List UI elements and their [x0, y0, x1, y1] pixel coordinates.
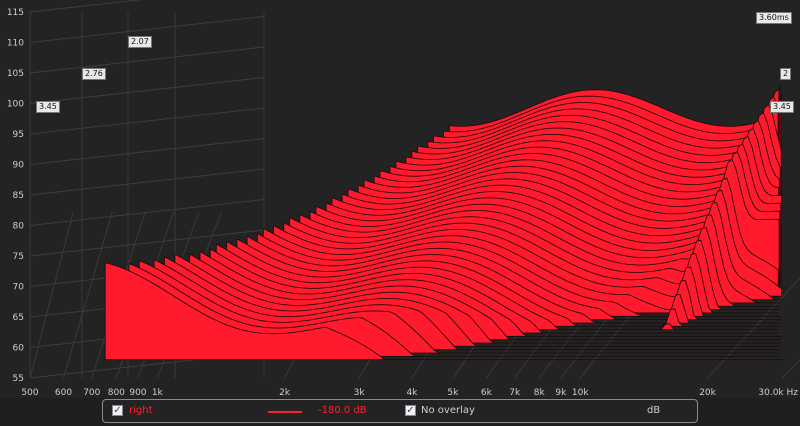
y-tick-label: 110: [7, 39, 24, 49]
time-label: 3.45: [36, 101, 60, 113]
x-tick-label: 7k: [509, 388, 521, 398]
y-tick-label: 80: [13, 222, 25, 232]
x-tick-label: 3k: [354, 388, 366, 398]
grid-line-h: [29, 0, 143, 13]
x-tick-label: 10k: [572, 388, 589, 398]
unit-label: dB: [647, 405, 661, 416]
y-tick-label: 75: [13, 252, 24, 262]
time-label: 2.07: [128, 36, 152, 48]
x-tick-label: 700: [83, 388, 100, 398]
x-tick-label: 1k: [152, 388, 164, 398]
channel-checkbox[interactable]: ✓: [112, 405, 123, 416]
level-label: -180.0 dB: [318, 405, 367, 416]
y-tick-label: 60: [13, 344, 25, 354]
grid-line-h: [29, 77, 265, 104]
time-label: 2: [780, 68, 792, 80]
time-label: 3.45: [770, 101, 794, 113]
y-tick-label: 95: [13, 130, 24, 140]
waterfall-plot-area[interactable]: 55 60 65 70 75 80 85 90 95 100 105 110 115 500 600 700…: [0, 0, 800, 398]
x-tick-label: 8k: [534, 388, 546, 398]
x-tick-label: 4k: [406, 388, 418, 398]
y-tick-label: 55: [13, 374, 24, 384]
grid-line-h: [29, 46, 265, 74]
channel-line-swatch: [268, 411, 302, 413]
x-tick-label: 5k: [447, 388, 459, 398]
x-tick-label: 900: [129, 388, 146, 398]
legend-bar: ✓ right -180.0 dB ✓ No overlay dB: [102, 399, 698, 423]
x-tick-label: 500: [21, 388, 38, 398]
y-axis-ticks: 55 60 65 70 75 80 85 90 95 100 105 110 115: [7, 8, 24, 384]
x-tick-label: 20k: [699, 388, 716, 398]
y-tick-label: 105: [7, 69, 24, 79]
grid-line-h: [29, 138, 265, 165]
x-tick-label: 600: [55, 388, 72, 398]
y-tick-label: 90: [13, 161, 25, 171]
y-tick-label: 70: [13, 283, 25, 293]
channel-label: right: [129, 405, 153, 416]
overlay-checkbox[interactable]: ✓: [405, 405, 416, 416]
grid-line-h: [29, 199, 265, 226]
x-axis-ticks: 500 600 700 800 900 1k 2k 3k 4k 5k 6k 7k 8k 9k 10k 20k 3…: [21, 388, 798, 398]
grid-line-depth: [29, 211, 74, 379]
x-tick-label: 30.0k Hz: [758, 388, 798, 398]
x-tick-label: 800: [108, 388, 125, 398]
grid-line-h: [29, 107, 265, 135]
grid-line-h: [29, 168, 265, 196]
y-tick-label: 115: [7, 8, 24, 18]
x-tick-label: 6k: [481, 388, 493, 398]
waterfall-slices: [104, 84, 783, 361]
x-tick-label: 9k: [555, 388, 567, 398]
time-label: 2.76: [82, 68, 106, 80]
waterfall-plot: 55 60 65 70 75 80 85 90 95 100 105 110 115 500 600 700…: [7, 0, 800, 398]
y-tick-label: 65: [13, 313, 24, 323]
y-tick-label: 85: [13, 191, 24, 201]
x-tick-label: 2k: [279, 388, 291, 398]
y-tick-label: 100: [7, 100, 24, 110]
overlay-label: No overlay: [421, 405, 475, 416]
time-label: 3.60ms: [756, 12, 792, 24]
